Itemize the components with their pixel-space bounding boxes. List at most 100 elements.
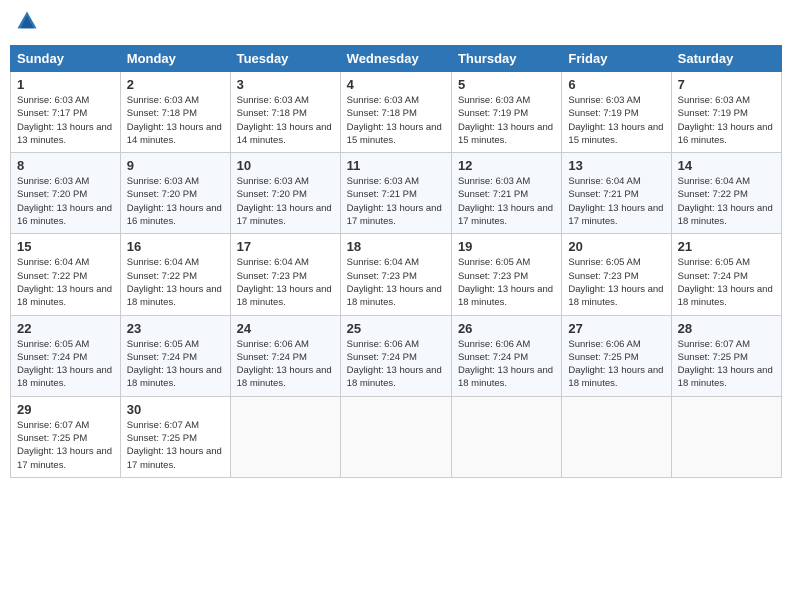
calendar-cell: 18 Sunrise: 6:04 AMSunset: 7:23 PMDayligh… <box>340 234 451 315</box>
calendar-cell: 3 Sunrise: 6:03 AMSunset: 7:18 PMDaylight… <box>230 72 340 153</box>
calendar-cell: 19 Sunrise: 6:05 AMSunset: 7:23 PMDayligh… <box>451 234 561 315</box>
calendar-cell: 22 Sunrise: 6:05 AMSunset: 7:24 PMDayligh… <box>11 315 121 396</box>
day-info: Sunrise: 6:03 AMSunset: 7:20 PMDaylight:… <box>17 175 114 228</box>
day-info: Sunrise: 6:06 AMSunset: 7:25 PMDaylight:… <box>568 338 664 391</box>
day-number: 12 <box>458 158 555 173</box>
logo-icon <box>16 10 38 32</box>
day-info: Sunrise: 6:03 AMSunset: 7:21 PMDaylight:… <box>458 175 555 228</box>
day-number: 27 <box>568 321 664 336</box>
day-info: Sunrise: 6:04 AMSunset: 7:23 PMDaylight:… <box>237 256 334 309</box>
day-info: Sunrise: 6:05 AMSunset: 7:24 PMDaylight:… <box>678 256 775 309</box>
calendar-week-5: 29 Sunrise: 6:07 AMSunset: 7:25 PMDayligh… <box>11 396 782 477</box>
day-number: 16 <box>127 239 224 254</box>
column-header-friday: Friday <box>562 46 671 72</box>
day-number: 24 <box>237 321 334 336</box>
calendar-cell: 24Sunrise: 6:06 AMSunset: 7:24 PMDayligh… <box>230 315 340 396</box>
column-header-wednesday: Wednesday <box>340 46 451 72</box>
calendar-week-1: 1 Sunrise: 6:03 AMSunset: 7:17 PMDaylight… <box>11 72 782 153</box>
day-number: 22 <box>17 321 114 336</box>
calendar-cell: 17 Sunrise: 6:04 AMSunset: 7:23 PMDayligh… <box>230 234 340 315</box>
day-info: Sunrise: 6:04 AMSunset: 7:21 PMDaylight:… <box>568 175 664 228</box>
calendar-cell: 2 Sunrise: 6:03 AMSunset: 7:18 PMDaylight… <box>120 72 230 153</box>
day-info: Sunrise: 6:04 AMSunset: 7:22 PMDaylight:… <box>17 256 114 309</box>
calendar-cell <box>562 396 671 477</box>
calendar-cell: 25 Sunrise: 6:06 AMSunset: 7:24 PMDayligh… <box>340 315 451 396</box>
day-info: Sunrise: 6:05 AMSunset: 7:24 PMDaylight:… <box>127 338 224 391</box>
day-number: 18 <box>347 239 445 254</box>
day-number: 15 <box>17 239 114 254</box>
day-number: 6 <box>568 77 664 92</box>
column-header-thursday: Thursday <box>451 46 561 72</box>
day-info: Sunrise: 6:05 AMSunset: 7:23 PMDaylight:… <box>458 256 555 309</box>
day-number: 14 <box>678 158 775 173</box>
calendar-cell: 11 Sunrise: 6:03 AMSunset: 7:21 PMDayligh… <box>340 153 451 234</box>
logo <box>14 10 40 37</box>
day-info: Sunrise: 6:04 AMSunset: 7:22 PMDaylight:… <box>678 175 775 228</box>
day-number: 26 <box>458 321 555 336</box>
calendar-cell: 27 Sunrise: 6:06 AMSunset: 7:25 PMDayligh… <box>562 315 671 396</box>
calendar-cell <box>340 396 451 477</box>
day-info: Sunrise: 6:03 AMSunset: 7:21 PMDaylight:… <box>347 175 445 228</box>
day-number: 25 <box>347 321 445 336</box>
day-number: 10 <box>237 158 334 173</box>
day-number: 13 <box>568 158 664 173</box>
calendar-week-4: 22 Sunrise: 6:05 AMSunset: 7:24 PMDayligh… <box>11 315 782 396</box>
day-info: Sunrise: 6:06 AMSunset: 7:24 PMDaylight:… <box>347 338 445 391</box>
day-info: Sunrise: 6:03 AMSunset: 7:17 PMDaylight:… <box>17 94 114 147</box>
day-info: Sunrise: 6:03 AMSunset: 7:18 PMDaylight:… <box>237 94 334 147</box>
day-number: 20 <box>568 239 664 254</box>
calendar-cell: 23Sunrise: 6:05 AMSunset: 7:24 PMDayligh… <box>120 315 230 396</box>
day-number: 5 <box>458 77 555 92</box>
calendar-week-2: 8 Sunrise: 6:03 AMSunset: 7:20 PMDaylight… <box>11 153 782 234</box>
calendar-table: SundayMondayTuesdayWednesdayThursdayFrid… <box>10 45 782 478</box>
calendar-cell: 1 Sunrise: 6:03 AMSunset: 7:17 PMDaylight… <box>11 72 121 153</box>
column-header-tuesday: Tuesday <box>230 46 340 72</box>
day-info: Sunrise: 6:03 AMSunset: 7:19 PMDaylight:… <box>678 94 775 147</box>
day-number: 9 <box>127 158 224 173</box>
day-number: 1 <box>17 77 114 92</box>
day-number: 7 <box>678 77 775 92</box>
column-header-saturday: Saturday <box>671 46 781 72</box>
page-header <box>10 10 782 37</box>
day-info: Sunrise: 6:03 AMSunset: 7:18 PMDaylight:… <box>347 94 445 147</box>
day-number: 21 <box>678 239 775 254</box>
column-header-monday: Monday <box>120 46 230 72</box>
day-number: 11 <box>347 158 445 173</box>
day-number: 3 <box>237 77 334 92</box>
calendar-header-row: SundayMondayTuesdayWednesdayThursdayFrid… <box>11 46 782 72</box>
day-info: Sunrise: 6:05 AMSunset: 7:24 PMDaylight:… <box>17 338 114 391</box>
calendar-cell: 10Sunrise: 6:03 AMSunset: 7:20 PMDayligh… <box>230 153 340 234</box>
calendar-cell: 4 Sunrise: 6:03 AMSunset: 7:18 PMDaylight… <box>340 72 451 153</box>
day-number: 29 <box>17 402 114 417</box>
day-info: Sunrise: 6:06 AMSunset: 7:24 PMDaylight:… <box>458 338 555 391</box>
day-info: Sunrise: 6:05 AMSunset: 7:23 PMDaylight:… <box>568 256 664 309</box>
calendar-cell: 14 Sunrise: 6:04 AMSunset: 7:22 PMDayligh… <box>671 153 781 234</box>
column-header-sunday: Sunday <box>11 46 121 72</box>
day-info: Sunrise: 6:03 AMSunset: 7:19 PMDaylight:… <box>458 94 555 147</box>
day-number: 19 <box>458 239 555 254</box>
calendar-cell: 13 Sunrise: 6:04 AMSunset: 7:21 PMDayligh… <box>562 153 671 234</box>
calendar-cell <box>230 396 340 477</box>
calendar-cell: 28Sunrise: 6:07 AMSunset: 7:25 PMDayligh… <box>671 315 781 396</box>
day-info: Sunrise: 6:03 AMSunset: 7:18 PMDaylight:… <box>127 94 224 147</box>
calendar-cell: 16Sunrise: 6:04 AMSunset: 7:22 PMDayligh… <box>120 234 230 315</box>
calendar-cell: 21 Sunrise: 6:05 AMSunset: 7:24 PMDayligh… <box>671 234 781 315</box>
day-number: 4 <box>347 77 445 92</box>
calendar-cell: 30 Sunrise: 6:07 AMSunset: 7:25 PMDayligh… <box>120 396 230 477</box>
calendar-cell: 26 Sunrise: 6:06 AMSunset: 7:24 PMDayligh… <box>451 315 561 396</box>
day-info: Sunrise: 6:03 AMSunset: 7:19 PMDaylight:… <box>568 94 664 147</box>
day-info: Sunrise: 6:07 AMSunset: 7:25 PMDaylight:… <box>127 419 224 472</box>
calendar-week-3: 15 Sunrise: 6:04 AMSunset: 7:22 PMDayligh… <box>11 234 782 315</box>
day-number: 30 <box>127 402 224 417</box>
calendar-cell <box>671 396 781 477</box>
day-number: 8 <box>17 158 114 173</box>
calendar-cell: 12 Sunrise: 6:03 AMSunset: 7:21 PMDayligh… <box>451 153 561 234</box>
day-info: Sunrise: 6:04 AMSunset: 7:23 PMDaylight:… <box>347 256 445 309</box>
calendar-cell: 8 Sunrise: 6:03 AMSunset: 7:20 PMDaylight… <box>11 153 121 234</box>
day-number: 17 <box>237 239 334 254</box>
calendar-cell: 20 Sunrise: 6:05 AMSunset: 7:23 PMDayligh… <box>562 234 671 315</box>
day-number: 2 <box>127 77 224 92</box>
day-info: Sunrise: 6:07 AMSunset: 7:25 PMDaylight:… <box>17 419 114 472</box>
day-info: Sunrise: 6:07 AMSunset: 7:25 PMDaylight:… <box>678 338 775 391</box>
day-info: Sunrise: 6:03 AMSunset: 7:20 PMDaylight:… <box>127 175 224 228</box>
